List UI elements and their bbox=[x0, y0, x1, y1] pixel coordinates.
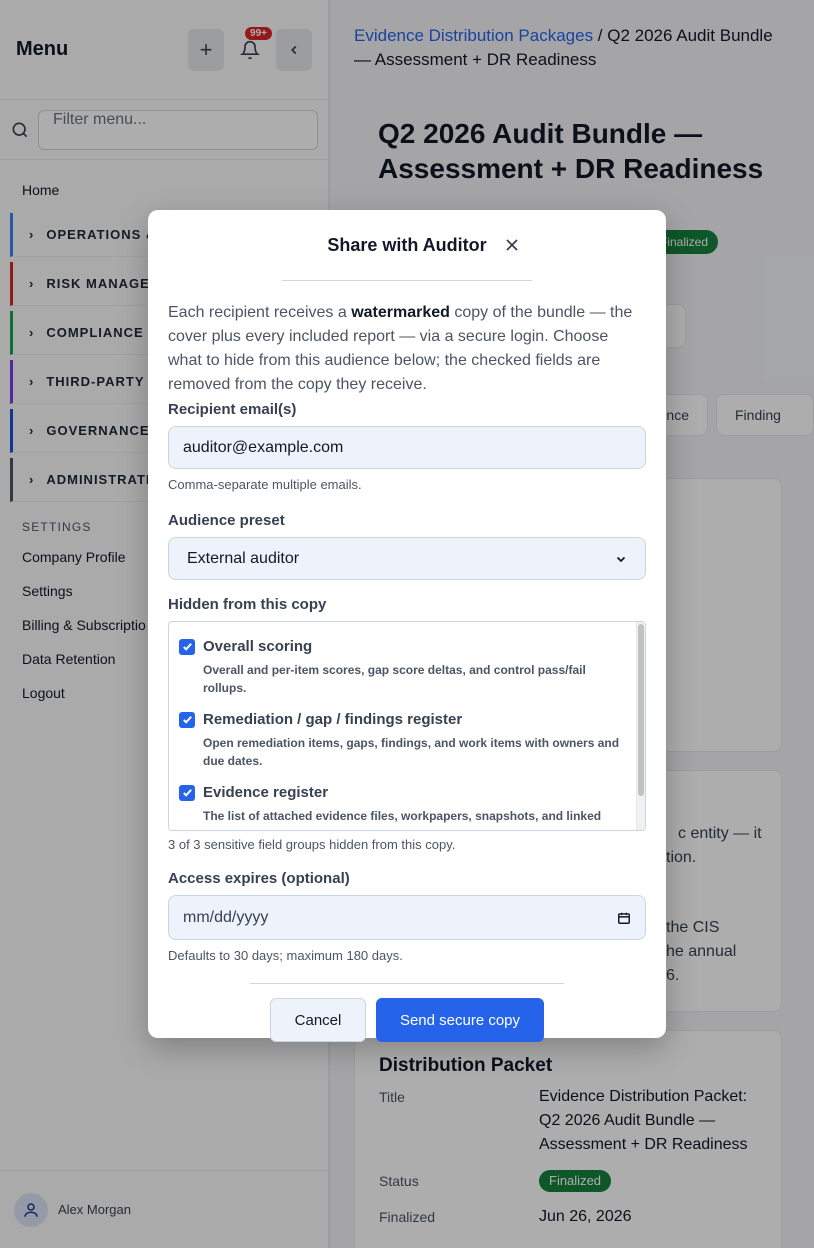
checkbox-label: Overall scoring bbox=[203, 638, 313, 655]
divider bbox=[282, 280, 532, 281]
date-placeholder: mm/dd/yyyy bbox=[183, 908, 269, 926]
expires-date-input[interactable]: mm/dd/yyyy bbox=[168, 895, 646, 940]
scrollbar-thumb[interactable] bbox=[638, 624, 644, 796]
hidden-count: 3 of 3 sensitive field groups hidden fro… bbox=[168, 837, 456, 852]
hidden-fields-list[interactable]: Overall scoring Overall and per-item sco… bbox=[168, 621, 646, 831]
checkbox-row-overall-scoring[interactable]: Overall scoring bbox=[179, 638, 623, 655]
recipient-hint: Comma-separate multiple emails. bbox=[168, 477, 362, 492]
expires-hint: Defaults to 30 days; maximum 180 days. bbox=[168, 948, 403, 963]
scrollbar[interactable] bbox=[636, 622, 645, 830]
recipient-email-input[interactable]: auditor@example.com bbox=[168, 426, 646, 469]
checkbox-label: Evidence register bbox=[203, 784, 329, 801]
close-button[interactable] bbox=[506, 234, 518, 257]
chevron-down-icon bbox=[616, 556, 626, 562]
dialog-title: Share with Auditor bbox=[327, 234, 487, 255]
overall-scoring-checkbox[interactable] bbox=[179, 638, 195, 655]
recipient-label: Recipient email(s) bbox=[168, 401, 297, 418]
dialog-header: Share with Auditor bbox=[168, 210, 646, 280]
check-icon bbox=[182, 716, 192, 724]
cancel-button[interactable]: Cancel bbox=[270, 998, 366, 1042]
remediation-checkbox[interactable] bbox=[179, 711, 195, 728]
evidence-register-checkbox[interactable] bbox=[179, 784, 195, 801]
hidden-fields-label: Hidden from this copy bbox=[168, 596, 327, 613]
checkbox-label: Remediation / gap / findings register bbox=[203, 711, 463, 728]
share-with-auditor-dialog: Share with Auditor Each recipient receiv… bbox=[148, 210, 666, 1042]
checkbox-description: Overall and per-item scores, gap score d… bbox=[203, 663, 586, 695]
checkbox-row-remediation[interactable]: Remediation / gap / findings register bbox=[179, 711, 623, 728]
checkbox-description: Open remediation items, gaps, findings, … bbox=[203, 736, 620, 768]
checkbox-row-evidence-register[interactable]: Evidence register bbox=[179, 784, 623, 801]
send-secure-copy-button[interactable]: Send secure copy bbox=[376, 998, 544, 1042]
dialog-intro: Each recipient receives a watermarked co… bbox=[168, 301, 646, 397]
expires-label: Access expires (optional) bbox=[168, 870, 350, 887]
check-icon bbox=[182, 789, 192, 797]
close-icon bbox=[506, 239, 518, 251]
dialog-actions: Cancel Send secure copy bbox=[168, 998, 646, 1042]
audience-preset-label: Audience preset bbox=[168, 512, 285, 529]
intro-emphasis: watermarked bbox=[351, 304, 450, 321]
check-icon bbox=[182, 643, 192, 651]
calendar-icon[interactable] bbox=[617, 911, 631, 925]
checkbox-description: The list of attached evidence files, wor… bbox=[203, 809, 602, 823]
audience-preset-select[interactable]: External auditor bbox=[168, 537, 646, 580]
intro-text: Each recipient receives a bbox=[168, 304, 352, 321]
audience-preset-value: External auditor bbox=[187, 549, 300, 567]
divider bbox=[250, 983, 564, 984]
